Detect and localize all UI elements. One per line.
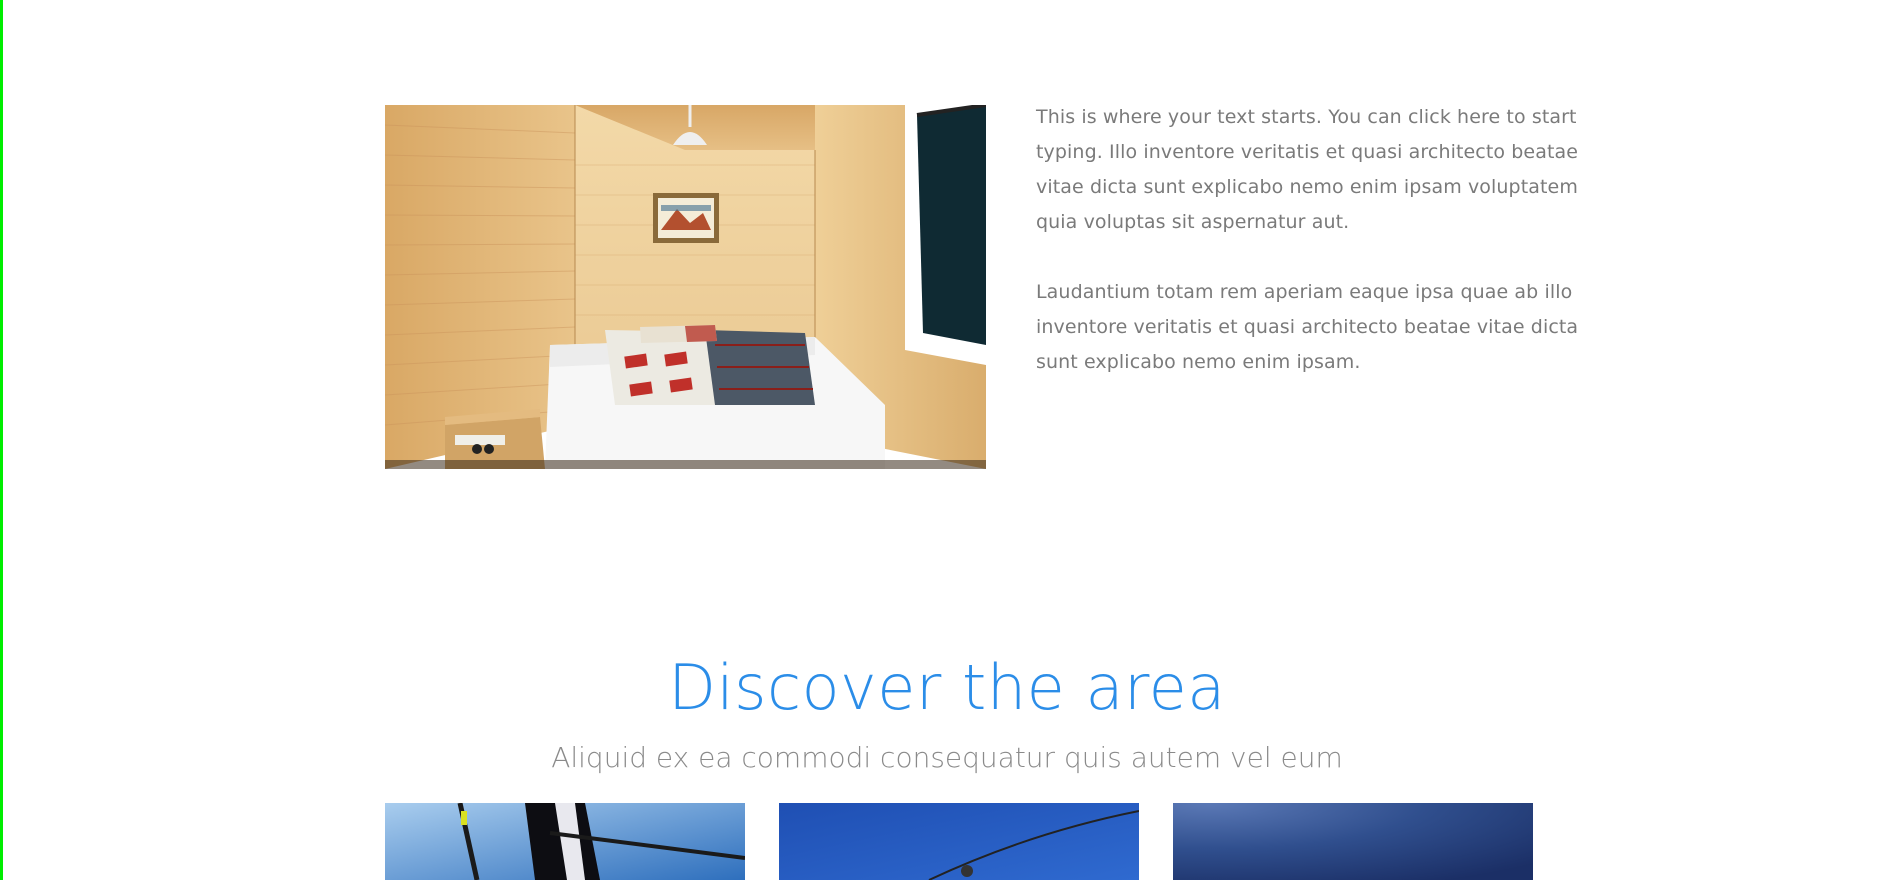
cabin-bedroom-photo[interactable]	[385, 105, 986, 469]
discover-area-subtitle: Aliquid ex ea commodi consequatur quis a…	[551, 741, 1343, 774]
room-description-paragraph-2[interactable]: Laudantium totam rem aperiam eaque ipsa …	[1036, 275, 1611, 380]
area-card-cable-car-photo[interactable]	[779, 803, 1139, 880]
area-card-night-sky-photo[interactable]	[1173, 803, 1533, 880]
room-description-paragraph-1[interactable]: This is where your text starts. You can …	[1036, 100, 1611, 240]
discover-area-heading: Discover the area	[668, 651, 1226, 724]
page: This is where your text starts. You can …	[0, 0, 1894, 880]
area-card-skiing-photo[interactable]	[385, 803, 745, 880]
room-description[interactable]: This is where your text starts. You can …	[1036, 100, 1611, 380]
